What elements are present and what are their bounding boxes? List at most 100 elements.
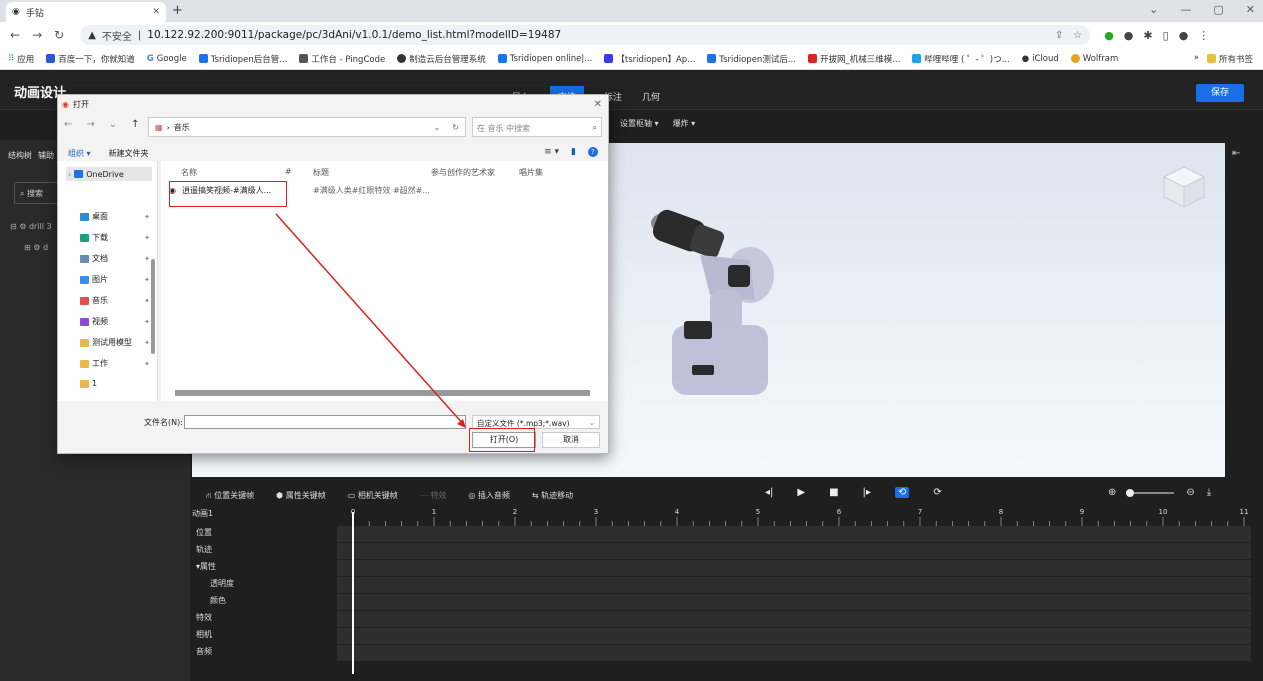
view-mode-icon[interactable]: ≡ ▾	[544, 147, 559, 157]
stop-icon[interactable]: ■	[829, 487, 838, 498]
col-name[interactable]: 名称	[181, 167, 197, 178]
zoom-slider[interactable]	[1126, 488, 1175, 497]
tree-item[interactable]: ⊞ ⚙ d	[24, 243, 48, 252]
path-bar[interactable]: ▦ › 音乐 ⌄ ↻	[148, 117, 466, 137]
nav-item-test-models[interactable]: 测试用模型 ✦	[80, 337, 150, 348]
bookmark-item[interactable]: Wolfram	[1070, 54, 1118, 64]
explode-button[interactable]: 爆炸 ▾	[673, 118, 696, 129]
zoom-in-icon[interactable]: ⊕	[1108, 487, 1116, 498]
track-row[interactable]	[337, 526, 1251, 543]
browser-tab[interactable]: ◉ 手钻 ✕	[6, 2, 166, 22]
star-icon[interactable]: ☆	[1073, 30, 1082, 41]
cancel-button[interactable]: 取消	[542, 432, 600, 448]
save-button[interactable]: 保存	[1196, 84, 1244, 102]
extension-dark-icon[interactable]: ●	[1124, 29, 1134, 42]
tab-auxiliary[interactable]: 辅助	[38, 150, 54, 161]
more-bookmarks-icon[interactable]: »	[1194, 53, 1199, 65]
skip-back-icon[interactable]: ◂|	[765, 487, 773, 498]
zoom-out-icon[interactable]: ⊖	[1186, 487, 1194, 498]
bookmark-item[interactable]: 工作台 - PingCode	[299, 53, 385, 65]
bookmark-item[interactable]: G Google	[147, 54, 187, 64]
back-icon[interactable]: ←	[64, 119, 72, 130]
close-window-icon[interactable]: ✕	[1246, 3, 1255, 16]
download-icon[interactable]: ⤓	[1207, 487, 1211, 498]
organize-button[interactable]: 组织 ▾	[68, 148, 91, 159]
nav-item-music[interactable]: 音乐 ✦	[80, 295, 150, 306]
bookmark-item[interactable]: 【tsridiopen】Ap...	[604, 53, 695, 65]
new-folder-button[interactable]: 新建文件夹	[109, 148, 149, 159]
url-text[interactable]: 10.122.92.200:9011/package/pc/3dAni/v1.0…	[147, 29, 561, 41]
track-row[interactable]	[337, 577, 1251, 594]
menu-geometry[interactable]: 几何	[642, 90, 660, 103]
bookmark-item[interactable]: ● iCloud	[1022, 54, 1059, 64]
more-icon[interactable]: ⋮	[1198, 29, 1209, 42]
file-type-select[interactable]: 自定义文件 (*.mp3;*.wav) ⌄	[472, 415, 600, 429]
chevron-down-icon[interactable]: ⌄	[434, 123, 441, 132]
bookmark-item[interactable]: 哔哩哔哩 ( ゜- ゜)つ...	[912, 53, 1010, 65]
preview-pane-icon[interactable]: ▮	[571, 147, 576, 157]
bookmark-item[interactable]: 制造云后台管理系统	[397, 53, 486, 65]
nav-item-pictures[interactable]: 图片 ✦	[80, 274, 150, 285]
reload-icon[interactable]: ↻	[54, 28, 64, 42]
avatar[interactable]: ●	[1179, 29, 1189, 42]
loop-icon[interactable]: ⟲	[894, 487, 910, 498]
track-row[interactable]	[337, 594, 1251, 611]
bookmark-item[interactable]: Tsridiopen测试后...	[707, 53, 796, 65]
sidepanel-icon[interactable]: ▯	[1163, 29, 1169, 42]
bookmark-apps[interactable]: ⠿ 应用	[8, 53, 34, 65]
col-artist[interactable]: 参与创作的艺术家	[431, 167, 495, 178]
nav-item-videos[interactable]: 视频 ✦	[80, 316, 150, 327]
skip-forward-icon[interactable]: |▸	[863, 487, 871, 498]
close-icon[interactable]: ✕	[152, 7, 160, 17]
track-row[interactable]	[337, 628, 1251, 645]
repeat-icon[interactable]: ⟳	[933, 487, 941, 498]
track-row[interactable]	[337, 611, 1251, 628]
view-cube-icon[interactable]	[1160, 163, 1208, 211]
horizontal-scrollbar[interactable]	[175, 390, 590, 396]
forward-icon[interactable]: →	[32, 28, 42, 42]
chevron-down-icon[interactable]: ⌄	[1149, 3, 1158, 16]
maximize-icon[interactable]: ▢	[1213, 3, 1223, 16]
up-icon[interactable]: ↑	[131, 119, 139, 130]
camera-keyframe-button[interactable]: ▭ 相机关键帧	[348, 490, 398, 501]
minimize-icon[interactable]: —	[1180, 3, 1191, 16]
bookmark-folder[interactable]: 所有书签	[1206, 53, 1253, 65]
row-label-properties[interactable]: ▾属性	[196, 558, 336, 575]
track-row[interactable]	[337, 645, 1251, 662]
col-album[interactable]: 唱片集	[519, 167, 543, 178]
nav-item-desktop[interactable]: 桌面 ✦	[80, 211, 150, 222]
bookmark-item[interactable]: Tsridiopen后台管...	[198, 53, 287, 65]
track-row[interactable]	[337, 560, 1251, 577]
sidebar-search-button[interactable]: ⌕ 搜索	[14, 182, 62, 204]
nav-item-onedrive[interactable]: › OneDrive	[66, 167, 152, 181]
path-segment[interactable]: 音乐	[174, 122, 190, 133]
tab-structure-tree[interactable]: 结构树	[8, 150, 32, 161]
nav-scrollbar[interactable]	[151, 259, 155, 354]
close-icon[interactable]: ✕	[594, 99, 608, 110]
effects-button[interactable]: ⋯ 特效	[420, 490, 447, 501]
refresh-icon[interactable]: ↻	[452, 123, 459, 132]
puzzle-icon[interactable]: ✱	[1143, 29, 1152, 42]
nav-item-1[interactable]: 1	[80, 379, 150, 388]
col-number[interactable]: #	[285, 167, 292, 176]
property-keyframe-button[interactable]: ⬢ 属性关键帧	[276, 490, 326, 501]
forward-icon[interactable]: →	[86, 119, 94, 130]
extension-green-icon[interactable]: ●	[1104, 29, 1114, 42]
dialog-search-input[interactable]: 在 音乐 中搜索 ⌕	[472, 117, 602, 137]
filename-input[interactable]	[184, 415, 466, 429]
col-title[interactable]: 标题	[313, 167, 329, 178]
bookmark-item[interactable]: 开拔网_机械三维模...	[807, 53, 900, 65]
timeline-tracks[interactable]	[337, 526, 1251, 664]
chevron-down-icon[interactable]: ⌄	[109, 119, 117, 130]
position-keyframe-button[interactable]: ⛙ 位置关键帧	[206, 490, 254, 501]
track-row[interactable]	[337, 543, 1251, 560]
nav-item-work[interactable]: 工作 ✦	[80, 358, 150, 369]
share-icon[interactable]: ⇪	[1055, 30, 1063, 41]
nav-item-downloads[interactable]: 下载 ✦	[80, 232, 150, 243]
track-move-button[interactable]: ⇆ 轨迹移动	[532, 490, 573, 501]
playhead[interactable]	[352, 512, 354, 674]
nav-item-documents[interactable]: 文档 ✦	[80, 253, 150, 264]
bookmark-item[interactable]: Tsridiopen online|...	[497, 54, 592, 64]
url-field[interactable]: ▲ 不安全 | 10.122.92.200:9011/package/pc/3d…	[80, 25, 1091, 45]
play-icon[interactable]: ▶	[797, 487, 805, 498]
